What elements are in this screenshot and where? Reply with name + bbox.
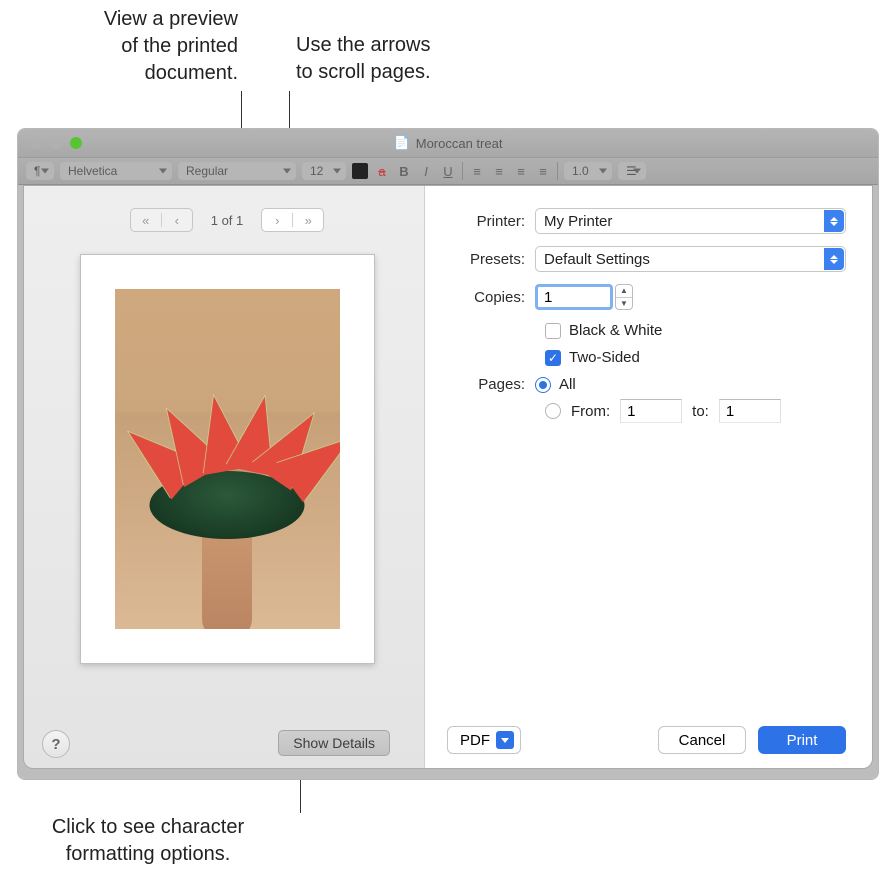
- printer-value: My Printer: [544, 213, 612, 230]
- print-options-pane: Printer: My Printer Presets: Default Set…: [424, 186, 872, 768]
- callout-details: Click to see character formatting option…: [18, 814, 278, 868]
- print-preview-pane: « ‹ 1 of 1 › »: [24, 186, 424, 768]
- align-justify-button[interactable]: ≡: [535, 164, 551, 179]
- page-last-button[interactable]: »: [293, 209, 323, 231]
- page-next-button[interactable]: ›: [262, 209, 292, 231]
- pages-all-label: All: [559, 376, 576, 393]
- help-icon: ?: [51, 736, 60, 753]
- line-spacing-label: 1.0: [572, 164, 589, 178]
- pdf-menu-button[interactable]: PDF: [447, 726, 521, 754]
- copies-row: Copies: ▲ ▼: [447, 284, 846, 310]
- font-family-menu[interactable]: Helvetica: [60, 162, 172, 180]
- pages-all-radio[interactable]: [535, 377, 551, 393]
- printer-row: Printer: My Printer: [447, 208, 846, 234]
- toolbar-divider: [557, 162, 558, 180]
- show-details-button[interactable]: Show Details: [278, 730, 390, 756]
- strikethrough-button[interactable]: a: [374, 164, 390, 179]
- copies-label: Copies:: [447, 289, 535, 306]
- bold-button[interactable]: B: [396, 164, 412, 179]
- preview-photo: [115, 289, 340, 629]
- help-button[interactable]: ?: [42, 730, 70, 758]
- list-menu-icon: ☰: [626, 164, 637, 178]
- from-input[interactable]: [620, 399, 682, 423]
- callout-arrows-text: Use the arrows to scroll pages.: [296, 34, 431, 83]
- pages-label: Pages:: [447, 376, 535, 393]
- window-controls: [30, 137, 82, 149]
- copies-stepper[interactable]: ▲ ▼: [615, 284, 633, 310]
- twosided-label: Two-Sided: [569, 349, 640, 366]
- format-toolbar: ¶ Helvetica Regular 12 a B I U ≡ ≡ ≡ ≡ 1…: [18, 157, 878, 185]
- pdf-label: PDF: [460, 732, 490, 749]
- popup-arrows-icon: [824, 210, 844, 232]
- from-label: From:: [571, 403, 610, 420]
- pages-range-radio[interactable]: [545, 403, 561, 419]
- titlebar: 📄 Moroccan treat: [18, 129, 878, 157]
- font-size-menu[interactable]: 12: [302, 162, 346, 180]
- window-title: Moroccan treat: [416, 136, 503, 151]
- page-next-group: › »: [261, 208, 324, 232]
- popup-arrows-icon: [824, 248, 844, 270]
- list-menu[interactable]: ☰: [618, 162, 646, 180]
- printer-popup[interactable]: My Printer: [535, 208, 846, 234]
- printer-label: Printer:: [447, 213, 535, 230]
- sheet-button-bar: PDF Cancel Print: [447, 726, 846, 754]
- underline-button[interactable]: U: [440, 164, 456, 179]
- callout-preview-text: View a preview of the printed document.: [104, 8, 238, 84]
- bw-row: Black & White: [545, 322, 846, 339]
- twosided-row: ✓ Two-Sided: [545, 349, 846, 366]
- presets-value: Default Settings: [544, 251, 650, 268]
- font-style-menu[interactable]: Regular: [178, 162, 296, 180]
- stepper-up-icon: ▲: [616, 285, 632, 298]
- chevron-down-icon: [496, 731, 514, 749]
- align-left-button[interactable]: ≡: [469, 164, 485, 179]
- callout-preview: View a preview of the printed document.: [18, 6, 238, 87]
- copies-input[interactable]: [535, 284, 613, 310]
- to-label: to:: [692, 403, 709, 420]
- cancel-label: Cancel: [679, 732, 726, 749]
- to-input[interactable]: [719, 399, 781, 423]
- bw-checkbox[interactable]: [545, 323, 561, 339]
- close-window-button[interactable]: [30, 137, 42, 149]
- show-details-label: Show Details: [293, 735, 375, 751]
- print-label: Print: [787, 732, 818, 749]
- callout-details-text: Click to see character formatting option…: [52, 816, 244, 865]
- print-sheet: « ‹ 1 of 1 › »: [23, 185, 873, 769]
- toolbar-divider: [462, 162, 463, 180]
- presets-label: Presets:: [447, 251, 535, 268]
- pages-range-row: From: to:: [545, 399, 846, 423]
- page-navigator: « ‹ 1 of 1 › »: [52, 204, 402, 236]
- callout-arrows: Use the arrows to scroll pages.: [296, 32, 516, 86]
- font-style-label: Regular: [186, 164, 228, 178]
- pages-row: Pages: All: [447, 376, 846, 393]
- presets-row: Presets: Default Settings: [447, 246, 846, 272]
- document-window: 📄 Moroccan treat ¶ Helvetica Regular 12 …: [17, 128, 879, 780]
- paragraph-menu-label: ¶: [34, 164, 40, 178]
- font-family-label: Helvetica: [68, 164, 117, 178]
- stepper-down-icon: ▼: [616, 298, 632, 310]
- page-first-button[interactable]: «: [131, 209, 161, 231]
- paragraph-menu[interactable]: ¶: [26, 162, 54, 180]
- print-button[interactable]: Print: [758, 726, 846, 754]
- twosided-checkbox[interactable]: ✓: [545, 350, 561, 366]
- line-spacing-menu[interactable]: 1.0: [564, 162, 612, 180]
- font-size-label: 12: [310, 164, 323, 178]
- page-indicator: 1 of 1: [211, 213, 244, 228]
- align-right-button[interactable]: ≡: [513, 164, 529, 179]
- minimize-window-button[interactable]: [50, 137, 62, 149]
- italic-button[interactable]: I: [418, 164, 434, 179]
- align-center-button[interactable]: ≡: [491, 164, 507, 179]
- bw-label: Black & White: [569, 322, 662, 339]
- doc-icon: 📄: [394, 135, 410, 151]
- presets-popup[interactable]: Default Settings: [535, 246, 846, 272]
- cancel-button[interactable]: Cancel: [658, 726, 746, 754]
- text-color-swatch[interactable]: [352, 163, 368, 179]
- zoom-window-button[interactable]: [70, 137, 82, 149]
- page-preview: [80, 254, 375, 664]
- page-prev-button[interactable]: ‹: [162, 209, 192, 231]
- page-prev-group: « ‹: [130, 208, 193, 232]
